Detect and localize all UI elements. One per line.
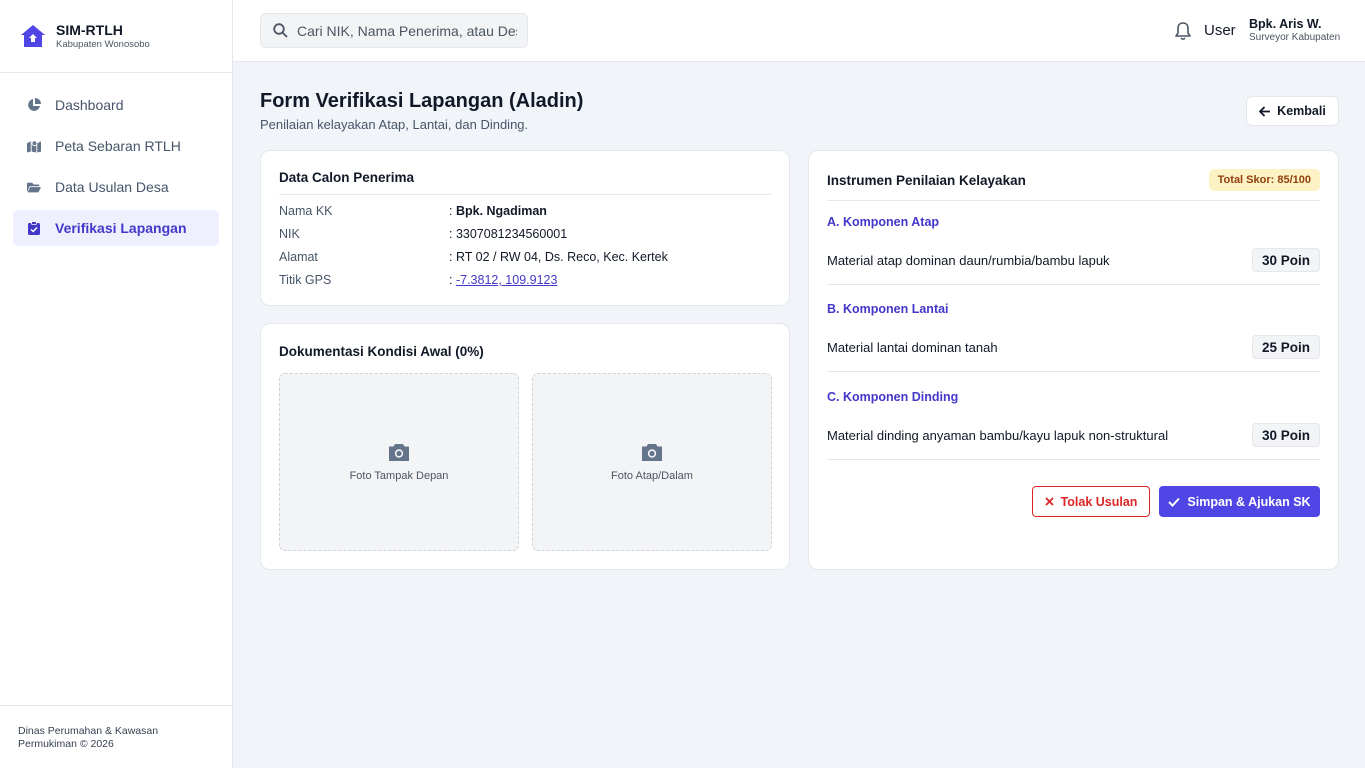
criterion-lantai: Material lantai dominan tanah (827, 340, 998, 355)
brand[interactable]: SIM-RTLH Kabupaten Wonosobo (0, 0, 232, 73)
sidebar-item-dashboard[interactable]: Dashboard (13, 87, 219, 123)
points-badge-dinding: 30 Poin (1252, 423, 1320, 447)
submit-button-label: Simpan & Ajukan SK (1187, 494, 1311, 509)
points-badge-atap: 30 Poin (1252, 248, 1320, 272)
criterion-atap: Material atap dominan daun/rumbia/bambu … (827, 253, 1110, 268)
sidebar: SIM-RTLH Kabupaten Wonosobo Dashboard Pe… (0, 0, 233, 768)
recipient-card-title: Data Calon Penerima (279, 170, 415, 185)
section-title-lantai: B. Komponen Lantai (827, 302, 949, 316)
sidebar-item-peta-sebaran[interactable]: Peta Sebaran RTLH (13, 128, 219, 164)
reject-button-label: Tolak Usulan (1060, 494, 1138, 509)
sidebar-item-data-usulan[interactable]: Data Usulan Desa (13, 169, 219, 205)
documentation-card-title: Dokumentasi Kondisi Awal (0%) (279, 344, 484, 359)
house-logo-icon (21, 25, 45, 47)
info-label: Alamat (279, 250, 318, 264)
search-box[interactable] (260, 13, 528, 48)
info-label: Titik GPS (279, 273, 332, 287)
divider (827, 284, 1320, 285)
divider (827, 371, 1320, 372)
submit-button[interactable]: Simpan & Ajukan SK (1159, 486, 1320, 517)
nama-kk-value: Bpk. Ngadiman (455, 204, 547, 218)
points-badge-lantai: 25 Poin (1252, 335, 1320, 359)
sidebar-footer: Dinas Perumahan & Kawasan Permukiman © 2… (0, 705, 233, 768)
sidebar-item-verifikasi[interactable]: Verifikasi Lapangan (13, 210, 219, 246)
pie-chart-icon (27, 98, 41, 112)
documentation-card: Dokumentasi Kondisi Awal (0%) Foto Tampa… (260, 323, 790, 570)
camera-icon (642, 444, 662, 461)
photo-label: Foto Atap/Dalam (611, 470, 693, 482)
page-title: Form Verifikasi Lapangan (Aladin) (260, 90, 584, 112)
top-header: User Bpk. Aris W. Surveyor Kabupaten (233, 0, 1365, 62)
info-value: : Bpk. Ngadiman (449, 204, 547, 218)
info-label: NIK (279, 227, 300, 241)
brand-title: SIM-RTLH (56, 21, 123, 38)
sidebar-item-label: Peta Sebaran RTLH (55, 138, 181, 154)
sidebar-item-label: Verifikasi Lapangan (55, 220, 187, 236)
photo-upload-front[interactable]: Foto Tampak Depan (279, 373, 519, 551)
photo-label: Foto Tampak Depan (349, 470, 449, 482)
arrow-left-icon (1259, 105, 1271, 117)
nik-value: 3307081234560001 (455, 227, 568, 241)
search-icon (273, 23, 288, 38)
bell-icon[interactable] (1173, 21, 1193, 41)
info-value: : 3307081234560001 (449, 227, 568, 241)
folder-open-icon (27, 180, 41, 194)
gps-link[interactable]: -7.3812, 109.9123 (456, 273, 557, 287)
info-value: : -7.3812, 109.9123 (449, 273, 558, 287)
map-icon (27, 139, 41, 153)
divider (827, 459, 1320, 460)
photo-upload-roof[interactable]: Foto Atap/Dalam (532, 373, 772, 551)
section-title-dinding: C. Komponen Dinding (827, 390, 959, 404)
info-value: : RT 02 / RW 04, Ds. Reco, Kec. Kertek (449, 250, 668, 264)
total-score-badge: Total Skor: 85/100 (1208, 169, 1320, 191)
camera-icon (389, 444, 409, 461)
sidebar-nav: Dashboard Peta Sebaran RTLH Data Usulan … (0, 73, 232, 265)
close-icon (1044, 497, 1054, 506)
sidebar-item-label: Dashboard (55, 97, 124, 113)
user-name[interactable]: Bpk. Aris W. (1249, 17, 1321, 31)
page-subtitle: Penilaian kelayakan Atap, Lantai, dan Di… (260, 117, 529, 132)
divider (827, 200, 1320, 201)
criterion-dinding: Material dinding anyaman bambu/kayu lapu… (827, 428, 1169, 443)
recipient-card: Data Calon Penerima Nama KK : Bpk. Ngadi… (260, 150, 790, 306)
back-button-label: Kembali (1277, 104, 1326, 118)
check-icon (1168, 497, 1181, 507)
brand-subtitle: Kabupaten Wonosobo (56, 38, 150, 50)
alamat-value: RT 02 / RW 04, Ds. Reco, Kec. Kertek (455, 250, 668, 264)
clipboard-check-icon (27, 221, 41, 235)
divider (279, 194, 771, 195)
section-title-atap: A. Komponen Atap (827, 215, 940, 229)
search-input[interactable] (297, 22, 517, 39)
back-button[interactable]: Kembali (1246, 96, 1339, 126)
user-role-label[interactable]: User (1204, 22, 1236, 39)
user-title: Surveyor Kabupaten (1249, 32, 1341, 43)
assessment-card: Instrumen Penilaian Kelayakan Total Skor… (808, 150, 1339, 570)
sidebar-item-label: Data Usulan Desa (55, 179, 169, 195)
assessment-card-title: Instrumen Penilaian Kelayakan (827, 173, 1026, 188)
reject-button[interactable]: Tolak Usulan (1032, 486, 1150, 517)
info-label: Nama KK (279, 204, 333, 218)
